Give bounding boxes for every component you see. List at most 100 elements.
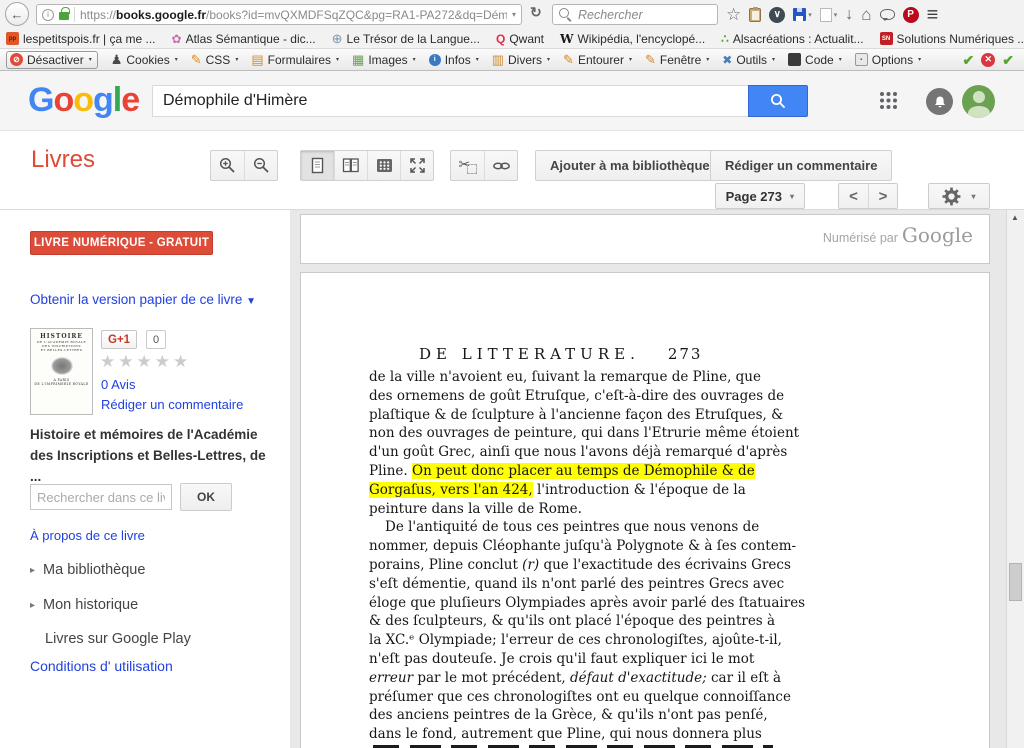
text-segment: De l'antiquité de tous ces peintres que … bbox=[385, 519, 759, 535]
devbar-divers-label: Divers bbox=[508, 53, 542, 67]
write-review-button[interactable]: Rédiger un commentaire bbox=[710, 150, 892, 181]
google-logo-letter: e bbox=[121, 81, 139, 119]
star-icon[interactable]: ★ bbox=[137, 352, 155, 371]
star-icon[interactable]: ★ bbox=[100, 352, 118, 371]
devbar-options[interactable]: ▪Options▾ bbox=[855, 53, 921, 67]
terms-of-use-link[interactable]: Conditions d' utilisation bbox=[30, 658, 173, 674]
bookmark-star-button[interactable]: ☆ bbox=[726, 6, 741, 23]
books-search-input[interactable] bbox=[152, 85, 748, 117]
forum-bubble-button[interactable] bbox=[880, 9, 895, 20]
page-select-button[interactable]: Page 273 ▾ bbox=[715, 183, 805, 209]
reader-clipboard-button[interactable] bbox=[749, 8, 761, 22]
devbar-cookies[interactable]: ♟Cookies▾ bbox=[111, 53, 178, 67]
browser-search-box[interactable]: Rechercher bbox=[552, 4, 718, 25]
previous-page-button[interactable]: < bbox=[839, 184, 868, 208]
book-page[interactable]: DE LITTERATURE. 273 de la ville n'avoien… bbox=[300, 272, 990, 748]
bookmark-tresor-langue[interactable]: ⊕Le Trésor de la Langue... bbox=[332, 32, 480, 46]
settings-button[interactable]: ▾ bbox=[928, 183, 990, 209]
devbar-entourer[interactable]: ✎Entourer▾ bbox=[563, 53, 632, 67]
page-text-line: s'eſt démentie, quand ils n'ont parlé de… bbox=[369, 575, 809, 594]
save-page-button[interactable]: ▾ bbox=[793, 8, 812, 21]
bookmark-wikipedia[interactable]: WWikipédia, l'encyclopé... bbox=[560, 32, 705, 46]
devbar-code-icon bbox=[788, 53, 801, 66]
star-icon[interactable]: ★ bbox=[173, 352, 191, 371]
notifications-bell-icon[interactable] bbox=[926, 88, 953, 115]
star-icon[interactable]: ★ bbox=[155, 352, 173, 371]
two-page-view-button[interactable] bbox=[334, 151, 367, 180]
addon-health-button[interactable]: ▾ bbox=[820, 8, 838, 22]
fullscreen-icon bbox=[409, 157, 426, 174]
rating-stars[interactable]: ★★★★★ bbox=[100, 352, 191, 372]
page-info-icon[interactable]: i bbox=[42, 9, 54, 21]
devbar-images[interactable]: ▦Images▾ bbox=[352, 53, 416, 67]
pinterest-button[interactable]: P bbox=[903, 7, 919, 23]
bookmark-alsacreations[interactable]: ∴Alsacréations : Actualit... bbox=[721, 32, 863, 46]
devbar-css[interactable]: ✎CSS▾ bbox=[191, 53, 239, 67]
devbar-divers[interactable]: ▥Divers▾ bbox=[492, 53, 550, 67]
bookmark-qwant[interactable]: QQwant bbox=[496, 32, 544, 46]
account-avatar[interactable] bbox=[962, 85, 995, 118]
next-page-button[interactable]: > bbox=[868, 184, 897, 208]
bookmark-solutions-numeriques[interactable]: SNSolutions Numériques ... bbox=[880, 32, 1024, 46]
text-segment: la XC.ᵉ Olympiade; l'erreur de ces chron… bbox=[369, 632, 782, 648]
google-apps-icon[interactable] bbox=[880, 92, 899, 111]
downloads-button[interactable]: ↓ bbox=[845, 7, 853, 23]
about-this-book-link[interactable]: À propos de ce livre bbox=[30, 528, 145, 543]
page-text-line: n'eſt pas douteuſe. Je crois qu'il faut … bbox=[369, 650, 809, 669]
page-text-line: Pline. On peut donc placer au temps de D… bbox=[369, 462, 809, 481]
zoom-in-button[interactable] bbox=[211, 151, 244, 180]
menu-button[interactable]: ≡ bbox=[927, 5, 939, 25]
zoom-out-button[interactable] bbox=[244, 151, 277, 180]
devbar-formulaires[interactable]: ▤Formulaires▾ bbox=[251, 53, 339, 67]
bookmark-solutions-numeriques-favicon-icon: SN bbox=[880, 32, 893, 45]
get-print-version-link[interactable]: Obtenir la version papier de ce livre ▼ bbox=[30, 292, 256, 307]
url-bar[interactable]: i https://books.google.fr/books?id=mvQXM… bbox=[36, 4, 522, 25]
reload-button[interactable]: ↻ bbox=[530, 4, 542, 21]
devbar-css-label: CSS bbox=[206, 53, 231, 67]
single-page-view-button[interactable] bbox=[301, 151, 334, 180]
page-text-line: préſumer que ces chronologiſtes ont eu q… bbox=[369, 688, 809, 707]
devbar-outils[interactable]: ✖Outils▾ bbox=[722, 53, 775, 67]
scrollbar[interactable]: ▲ bbox=[1006, 210, 1024, 748]
scroll-up-icon[interactable]: ▲ bbox=[1011, 213, 1019, 222]
thumbnail-view-button[interactable] bbox=[367, 151, 400, 180]
star-icon[interactable]: ★ bbox=[118, 352, 136, 371]
addon-health-dropdown-icon[interactable]: ▾ bbox=[834, 11, 838, 19]
book-cover-thumbnail[interactable]: HISTOIREDE L'ACADÉMIE ROYALEDES INSCRIPT… bbox=[30, 328, 93, 415]
free-ebook-button[interactable]: LIVRE NUMÉRIQUE - GRATUIT bbox=[30, 231, 213, 255]
devbar-desactiver[interactable]: ⊘Désactiver▾ bbox=[6, 51, 98, 69]
back-button[interactable]: ← bbox=[5, 2, 29, 26]
product-name[interactable]: Livres bbox=[31, 146, 95, 174]
gplus-one-button[interactable]: G+1 bbox=[101, 330, 137, 349]
add-to-library-button[interactable]: Ajouter à ma bibliothèque bbox=[535, 150, 725, 181]
link-button[interactable] bbox=[484, 151, 517, 180]
devbar-status-ok-2-icon: ✔ bbox=[1002, 53, 1014, 67]
bookmark-tresor-langue-favicon-icon: ⊕ bbox=[332, 32, 343, 45]
save-page-dropdown-icon[interactable]: ▾ bbox=[808, 11, 812, 19]
sidebar-item-mon-historique[interactable]: ▸Mon historique bbox=[30, 597, 138, 613]
search-button[interactable] bbox=[748, 85, 808, 117]
search-in-book-input[interactable] bbox=[30, 484, 172, 510]
ok-button[interactable]: OK bbox=[180, 483, 232, 511]
home-button[interactable]: ⌂ bbox=[861, 6, 871, 23]
cover-text-line: ET BELLES-LETTRES bbox=[36, 348, 87, 352]
devbar-code[interactable]: Code▾ bbox=[788, 53, 842, 67]
url-text[interactable]: https://books.google.fr/books?id=mvQXMDF… bbox=[80, 8, 507, 22]
clip-button[interactable]: ✂ bbox=[451, 151, 484, 180]
google-logo[interactable]: Google bbox=[28, 81, 139, 120]
sidebar-item-ma-bibliotheque[interactable]: ▸Ma bibliothèque bbox=[30, 562, 145, 578]
fullscreen-button[interactable] bbox=[400, 151, 433, 180]
addon-health-icon bbox=[820, 8, 832, 22]
google-logo-letter: o bbox=[53, 81, 73, 119]
write-review-link[interactable]: Rédiger un commentaire bbox=[101, 397, 243, 412]
devbar-fenetre[interactable]: ✎Fenêtre▾ bbox=[645, 53, 709, 67]
text-segment: des anciens peintres de la Grèce, & qu'i… bbox=[369, 707, 768, 723]
url-history-dropdown-icon[interactable]: ▾ bbox=[512, 10, 516, 19]
bookmark-atlas-semantique[interactable]: ✿Atlas Sémantique - dic... bbox=[172, 32, 316, 46]
reviews-count-link[interactable]: 0 Avis bbox=[101, 377, 135, 392]
scrollbar-thumb[interactable] bbox=[1009, 563, 1022, 601]
pocket-button[interactable]: ∨ bbox=[769, 7, 785, 23]
devbar-infos[interactable]: iInfos▾ bbox=[429, 53, 479, 67]
bookmark-lespetitspois[interactable]: pplespetitspois.fr | ça me ... bbox=[6, 32, 156, 46]
sidebar-item-livres-google-play[interactable]: Livres sur Google Play bbox=[30, 631, 191, 647]
